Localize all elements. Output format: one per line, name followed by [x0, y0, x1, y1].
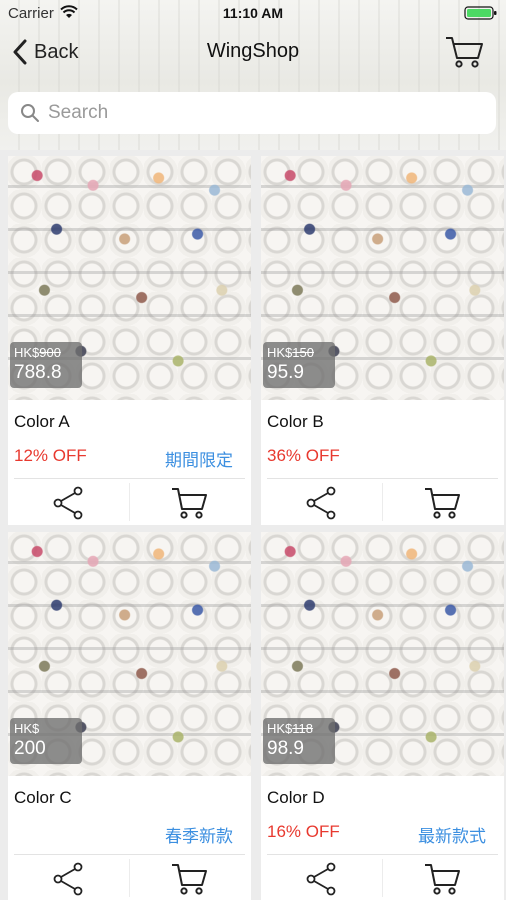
price-badge: HK$150 95.9 [263, 342, 335, 388]
discount-label: 36% OFF [267, 446, 340, 465]
price-badge: HK$900 788.8 [10, 342, 82, 388]
share-icon[interactable] [301, 485, 341, 521]
search-input[interactable] [48, 102, 448, 124]
original-price: 150 [292, 345, 314, 360]
current-price: 98.9 [267, 738, 304, 759]
add-to-cart-icon[interactable] [170, 861, 210, 897]
original-price: 900 [39, 345, 61, 360]
product-card[interactable]: HK$118 98.9 Color D 16% OFF 最新款式 [261, 532, 504, 900]
product-image[interactable]: HK$900 788.8 [8, 156, 251, 400]
card-actions [261, 855, 504, 900]
product-card[interactable]: HK$ 200 Color C 春季新款 [8, 532, 251, 900]
product-image[interactable]: HK$150 95.9 [261, 156, 504, 400]
card-actions [261, 479, 504, 525]
search-bar[interactable] [8, 92, 496, 134]
product-image[interactable]: HK$118 98.9 [261, 532, 504, 776]
original-price: 118 [292, 721, 314, 736]
card-actions [8, 479, 251, 525]
product-name: Color A [14, 412, 70, 431]
product-name: Color B [267, 412, 324, 431]
discount-label: 12% OFF [14, 446, 87, 465]
cart-icon[interactable] [444, 34, 486, 70]
price-badge: HK$ 200 [10, 718, 82, 764]
promo-tag: 期間限定 [165, 451, 233, 470]
product-card[interactable]: HK$150 95.9 Color B 36% OFF [261, 156, 504, 525]
add-to-cart-icon[interactable] [423, 861, 463, 897]
battery-icon [464, 6, 497, 20]
status-time: 11:10 AM [222, 5, 284, 21]
nav-bar: Back WingShop [0, 28, 506, 78]
product-card[interactable]: HK$900 788.8 Color A 12% OFF 期間限定 [8, 156, 251, 525]
share-icon[interactable] [48, 485, 88, 521]
page-title: WingShop [206, 40, 300, 62]
promo-tag: 春季新款 [165, 827, 233, 846]
current-price: 788.8 [14, 362, 62, 383]
add-to-cart-icon[interactable] [423, 485, 463, 521]
current-price: 95.9 [267, 362, 304, 383]
add-to-cart-icon[interactable] [170, 485, 210, 521]
share-icon[interactable] [48, 861, 88, 897]
status-bar: Carrier 11:10 AM [0, 0, 506, 28]
promo-tag: 最新款式 [418, 827, 486, 846]
product-name: Color D [267, 788, 325, 807]
share-icon[interactable] [301, 861, 341, 897]
product-name: Color C [14, 788, 72, 807]
price-badge: HK$118 98.9 [263, 718, 335, 764]
currency-label: HK$ [267, 721, 293, 736]
current-price: 200 [14, 738, 46, 759]
currency-label: HK$ [14, 345, 40, 360]
discount-label: 16% OFF [267, 822, 340, 841]
currency-label: HK$ [267, 345, 293, 360]
card-actions [8, 855, 251, 900]
product-image[interactable]: HK$ 200 [8, 532, 251, 776]
search-icon [21, 104, 39, 122]
currency-label: HK$ [14, 721, 40, 736]
product-grid: HK$900 788.8 Color A 12% OFF 期間限定 HK$150… [0, 150, 506, 900]
